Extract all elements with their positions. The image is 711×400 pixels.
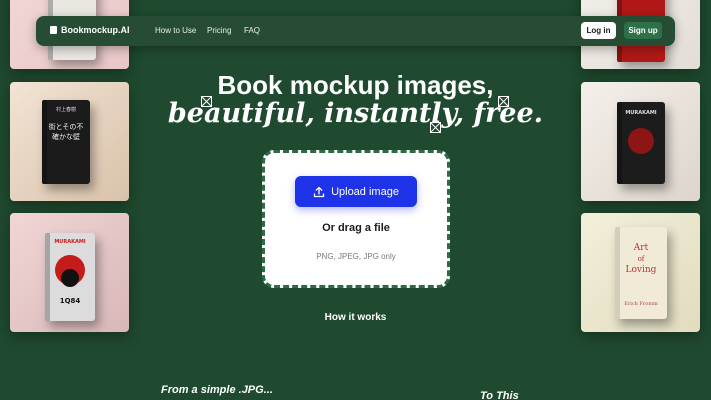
- book-murakami-label: MURAKAMI: [54, 239, 86, 245]
- signup-button[interactable]: Sign up: [624, 22, 662, 39]
- book-loving-label: Loving: [625, 265, 657, 275]
- decorative-cross-box-icon: [498, 96, 509, 107]
- book-black-circle: [61, 269, 79, 287]
- drag-file-text: Or drag a file: [322, 222, 390, 234]
- hero-title-line1: Book mockup images,: [217, 70, 494, 100]
- upload-dropzone[interactable]: Upload image Or drag a file PNG, JPEG, J…: [262, 150, 450, 288]
- top-nav: Bookmockup.AI How to Use Pricing FAQ Log…: [36, 16, 675, 46]
- how-it-works-heading[interactable]: How it works: [0, 312, 711, 323]
- upload-icon: [313, 186, 325, 197]
- book-logo-icon: [50, 26, 57, 34]
- book-dark-red-circle: [628, 128, 654, 154]
- book-art-of-loving: Art of Loving Erich Fromm: [615, 227, 667, 319]
- upload-image-button[interactable]: Upload image: [295, 176, 417, 207]
- book-of-label: of: [637, 255, 645, 263]
- to-this-text: To This: [480, 390, 519, 400]
- decorative-cross-box-icon: [430, 122, 441, 133]
- hero-title-line2: beautiful, instantly, free.: [167, 98, 544, 129]
- login-button[interactable]: Log in: [581, 22, 616, 39]
- nav-link-pricing[interactable]: Pricing: [207, 26, 231, 35]
- book-art-label: Art: [633, 243, 649, 253]
- upload-image-label: Upload image: [331, 185, 399, 198]
- book-1q84-label: 1Q84: [59, 297, 81, 305]
- book-fromm-label: Erich Fromm: [624, 301, 658, 307]
- decorative-cross-box-icon: [201, 96, 212, 107]
- accepted-formats-text: PNG, JPEG, JPG only: [316, 252, 396, 261]
- book-murakami-1q84: MURAKAMI 1Q84: [45, 233, 95, 321]
- brand-name: Bookmockup.AI: [61, 25, 130, 35]
- brand[interactable]: Bookmockup.AI: [50, 25, 130, 35]
- from-jpg-text: From a simple .JPG...: [161, 384, 273, 396]
- nav-link-how-to-use[interactable]: How to Use: [155, 26, 196, 35]
- nav-link-faq[interactable]: FAQ: [244, 26, 260, 35]
